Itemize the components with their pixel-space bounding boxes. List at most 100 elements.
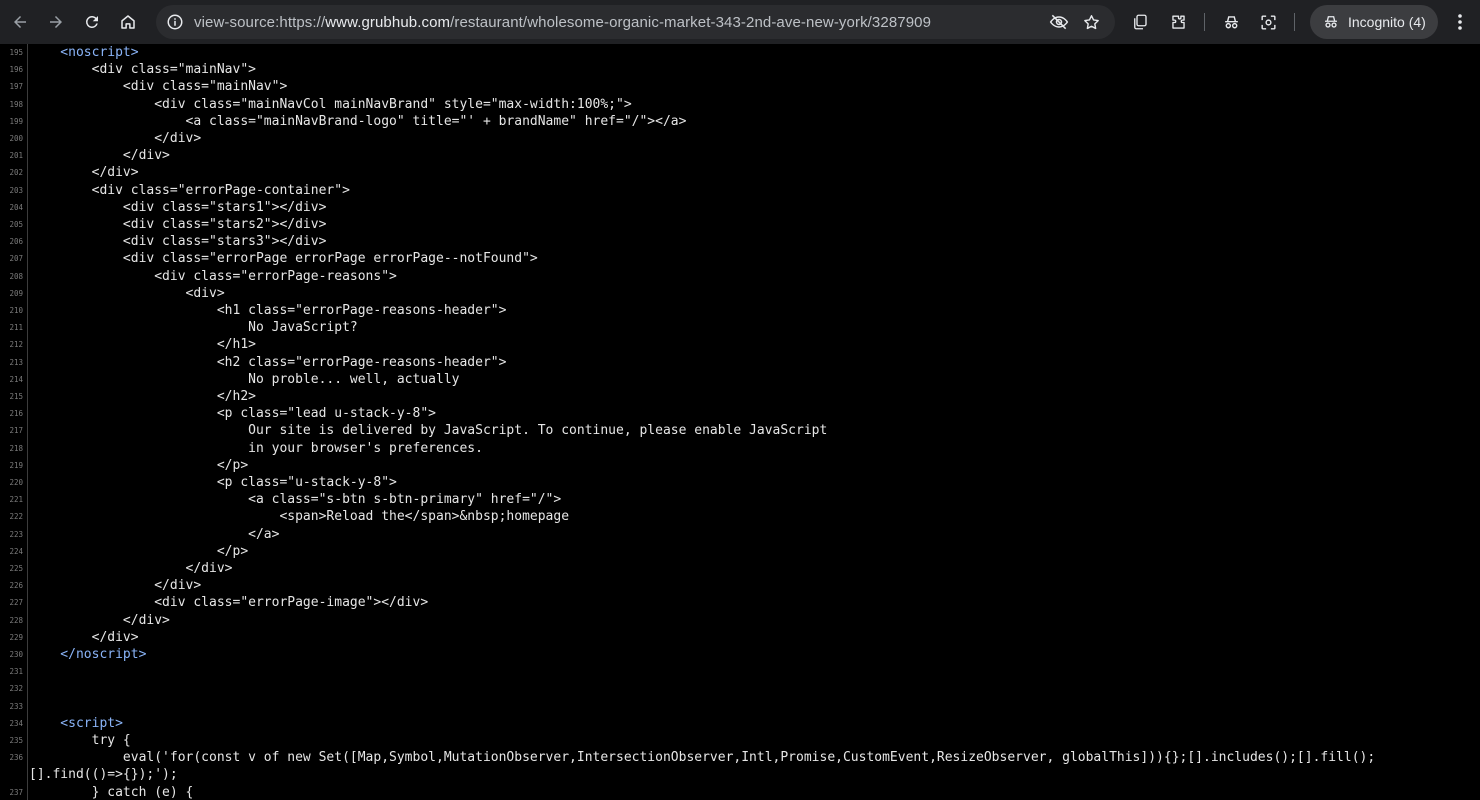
source-line: 235 try { — [0, 732, 1480, 749]
line-number: 227 — [9, 598, 23, 608]
browser-menu-button[interactable] — [1448, 6, 1472, 38]
forward-arrow-icon — [50, 16, 62, 28]
reload-button[interactable] — [74, 4, 110, 40]
line-number: 226 — [9, 581, 23, 591]
source-line: 202 </div> — [0, 164, 1480, 181]
source-line: 221 <a class="s-btn s-btn-primary" href=… — [0, 491, 1480, 508]
line-code: [].find(()=>{});'); — [29, 767, 178, 783]
line-code: <h2 class="errorPage-reasons-header"> — [29, 354, 507, 370]
source-line: 219 </p> — [0, 457, 1480, 474]
kebab-menu-icon — [1458, 14, 1462, 30]
url-prefix: view-source:https:// — [194, 13, 326, 31]
back-arrow-icon — [14, 16, 26, 28]
home-button[interactable] — [110, 4, 146, 40]
url-host: www.grubhub.com — [325, 13, 451, 31]
line-number: 222 — [9, 512, 23, 522]
line-number: 201 — [9, 151, 23, 161]
source-line: [].find(()=>{});'); — [0, 766, 1480, 783]
devtools-button[interactable] — [1215, 6, 1247, 38]
source-line: 237 } catch (e) { — [0, 784, 1480, 800]
line-code: try { — [29, 733, 131, 748]
line-code: <div class="mainNavCol mainNavBrand" sty… — [29, 96, 632, 112]
source-line: 220 <p class="u-stack-y-8"> — [0, 474, 1480, 491]
info-icon — [167, 14, 183, 30]
line-number: 196 — [9, 65, 23, 75]
line-number: 206 — [9, 237, 23, 247]
forward-button[interactable] — [38, 4, 74, 40]
line-number: 219 — [9, 460, 23, 470]
line-number: 213 — [9, 357, 23, 367]
line-number: 195 — [9, 48, 23, 57]
incognito-profile-button[interactable]: Incognito (4) — [1310, 5, 1438, 39]
line-number: 233 — [9, 701, 23, 711]
source-line: 236 eval('for(const v of new Set([Map,Sy… — [0, 749, 1480, 766]
address-bar[interactable]: view-source:https://www.grubhub.com/rest… — [156, 5, 1115, 39]
line-code: </div> — [29, 131, 202, 146]
line-code: </div> — [29, 561, 233, 576]
site-info-button[interactable] — [158, 5, 192, 39]
line-code: <div> — [29, 285, 225, 301]
line-number: 223 — [9, 529, 23, 539]
line-number: 208 — [9, 271, 23, 281]
line-code: No proble... well, actually — [29, 371, 460, 387]
line-code: <div class="errorPage-reasons"> — [29, 268, 397, 284]
line-code: <script> — [29, 715, 123, 731]
line-number: 237 — [9, 787, 23, 797]
line-number: 198 — [9, 99, 23, 109]
home-icon — [121, 15, 135, 29]
url-path: /restaurant/wholesome-organic-market-343… — [450, 13, 932, 31]
source-line: 205 <div class="stars2"></div> — [0, 216, 1480, 233]
source-line: 211 No JavaScript? — [0, 319, 1480, 336]
toolbar-separator — [1204, 13, 1205, 31]
line-number: 217 — [9, 426, 23, 436]
source-line: 226 </div> — [0, 577, 1480, 594]
line-code: in your browser's preferences. — [29, 440, 483, 456]
incognito-icon — [1224, 15, 1238, 28]
line-number: 207 — [9, 254, 23, 264]
source-line: 218 in your browser's preferences. — [0, 440, 1480, 457]
line-code: </div> — [29, 629, 139, 645]
line-code: </h2> — [29, 389, 256, 404]
line-number: 236 — [9, 753, 23, 763]
line-code: Our site is delivered by JavaScript. To … — [29, 423, 828, 439]
browser-toolbar: view-source:https://www.grubhub.com/rest… — [0, 0, 1480, 44]
line-number: 225 — [9, 564, 23, 573]
line-number: 203 — [9, 185, 23, 195]
tab-search-button[interactable] — [1124, 6, 1156, 38]
line-code: <p class="lead u-stack-y-8"> — [29, 406, 436, 422]
source-line: 200 </div> — [0, 130, 1480, 147]
puzzle-icon — [1171, 14, 1185, 29]
line-code: </noscript> — [29, 647, 147, 662]
url-text[interactable]: view-source:https://www.grubhub.com/rest… — [194, 14, 1043, 31]
lens-button[interactable] — [1252, 6, 1284, 38]
line-code: eval('for(const v of new Set([Map,Symbol… — [29, 750, 1376, 766]
back-button[interactable] — [2, 4, 38, 40]
line-number: 218 — [9, 443, 23, 453]
line-number: 205 — [9, 220, 23, 229]
line-code: <span>Reload the</span>&nbsp;homepage — [29, 509, 570, 525]
source-line: 196 <div class="mainNav"> — [0, 61, 1480, 78]
source-view[interactable]: 195 <noscript> 196 <div class="mainNav"> 1… — [0, 44, 1480, 800]
source-line: 198 <div class="mainNavCol mainNavBrand"… — [0, 96, 1480, 113]
source-line: 214 No proble... well, actually — [0, 371, 1480, 388]
source-line: 224 </p> — [0, 543, 1480, 560]
line-number: 209 — [9, 288, 23, 298]
line-code: </h1> — [29, 337, 256, 353]
extensions-button[interactable] — [1162, 6, 1194, 38]
line-number: 229 — [9, 632, 23, 642]
source-line: 222 <span>Reload the</span>&nbsp;homepag… — [0, 508, 1480, 525]
line-number: 232 — [9, 684, 23, 694]
source-line: 233 — [0, 698, 1480, 715]
line-code: </div> — [29, 612, 170, 628]
line-number: 231 — [9, 667, 23, 677]
bookmark-button[interactable] — [1075, 6, 1107, 38]
source-line: 231 — [0, 663, 1480, 680]
line-code: <h1 class="errorPage-reasons-header"> — [29, 303, 507, 318]
line-number: 197 — [9, 82, 23, 92]
source-line: 209 <div> — [0, 285, 1480, 302]
line-code: <div class="stars2"></div> — [29, 217, 327, 232]
copy-icon — [1134, 14, 1147, 30]
line-number: 214 — [9, 374, 23, 384]
tracking-protection-button[interactable] — [1043, 6, 1075, 38]
line-number: 211 — [9, 323, 23, 333]
